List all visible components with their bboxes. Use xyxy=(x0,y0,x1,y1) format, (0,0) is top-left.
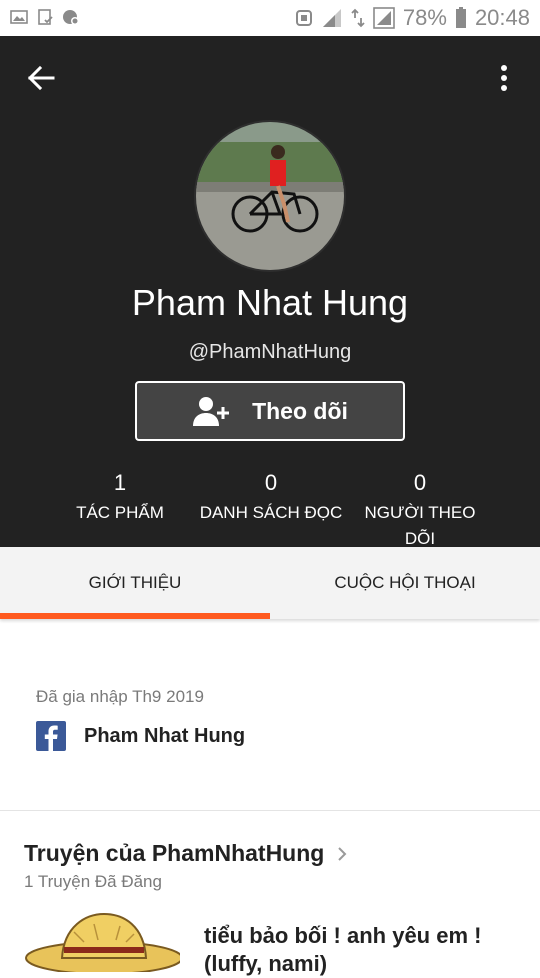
stat-works-value: 1 xyxy=(113,470,127,495)
shield-settings-icon xyxy=(63,10,79,25)
signal-box-icon xyxy=(373,7,395,29)
profile-handle: @PhamNhatHung xyxy=(188,341,352,363)
joined-date: Đã gia nhập Th9 2019 xyxy=(36,687,204,706)
facebook-link[interactable]: Pham Nhat Hung xyxy=(36,721,245,751)
follow-button-label: Theo dõi xyxy=(252,397,348,424)
stories-section-header[interactable]: Truyện của PhamNhatHung xyxy=(24,840,350,867)
profile-stats: 1 TÁC PHẨM 0 DANH SÁCH ĐỌC 0 NGƯỜI THEO … xyxy=(0,468,540,548)
battery-percent: 78% xyxy=(402,5,447,30)
stat-followers-label: NGƯỜI THEO DÕI xyxy=(364,503,476,548)
nfc-icon xyxy=(295,10,312,26)
status-left-icons xyxy=(10,8,80,26)
stories-count: 1 Truyện Đã Đăng xyxy=(24,872,162,891)
tab-conversations-label: CUỘC HỘI THOẠI xyxy=(334,573,476,592)
section-divider xyxy=(0,810,540,811)
story-cover[interactable] xyxy=(24,912,180,972)
stories-title: Truyện của PhamNhatHung xyxy=(24,840,325,866)
stat-reading-lists[interactable]: 0 DANH SÁCH ĐỌC xyxy=(196,468,346,526)
stat-works-label: TÁC PHẨM xyxy=(76,503,164,522)
avatar-photo xyxy=(196,122,344,270)
stat-works[interactable]: 1 TÁC PHẨM xyxy=(58,468,182,526)
avatar[interactable] xyxy=(196,122,344,270)
status-right-icons: 78% 20:48 xyxy=(295,5,530,31)
clock: 20:48 xyxy=(474,5,530,30)
stat-reading-lists-value: 0 xyxy=(264,470,278,495)
back-arrow-icon[interactable] xyxy=(26,63,56,93)
data-arrows-icon xyxy=(351,8,365,28)
clipboard-check-icon xyxy=(38,9,53,25)
more-options-icon[interactable] xyxy=(494,62,514,94)
straw-hat-cover-image xyxy=(24,912,180,972)
facebook-name: Pham Nhat Hung xyxy=(84,724,246,747)
stat-reading-lists-label: DANH SÁCH ĐỌC xyxy=(199,503,343,522)
stat-followers[interactable]: 0 NGƯỜI THEO DÕI xyxy=(350,468,490,552)
battery-icon xyxy=(455,7,466,28)
profile-tabs: GIỚI THIỆU CUỘC HỘI THOẠI xyxy=(0,547,540,619)
follow-button[interactable]: Theo dõi xyxy=(135,381,405,441)
signal-icon xyxy=(322,9,341,27)
facebook-icon xyxy=(36,721,66,751)
image-icon xyxy=(10,10,28,24)
add-user-icon xyxy=(193,397,230,426)
stat-followers-value: 0 xyxy=(413,470,427,495)
chevron-right-icon xyxy=(338,846,347,861)
tab-conversations[interactable]: CUỘC HỘI THOẠI xyxy=(270,547,540,619)
active-tab-indicator xyxy=(0,613,270,619)
tab-about[interactable]: GIỚI THIỆU xyxy=(0,547,270,619)
profile-header: Pham Nhat Hung @PhamNhatHung Theo dõi 1 … xyxy=(0,36,540,548)
tab-about-label: GIỚI THIỆU xyxy=(88,573,182,592)
status-bar: 78% 20:48 xyxy=(0,0,540,36)
story-title[interactable]: tiểu bảo bối ! anh yêu em !(luffy, nami) xyxy=(204,922,524,978)
profile-name: Pham Nhat Hung xyxy=(131,282,409,323)
